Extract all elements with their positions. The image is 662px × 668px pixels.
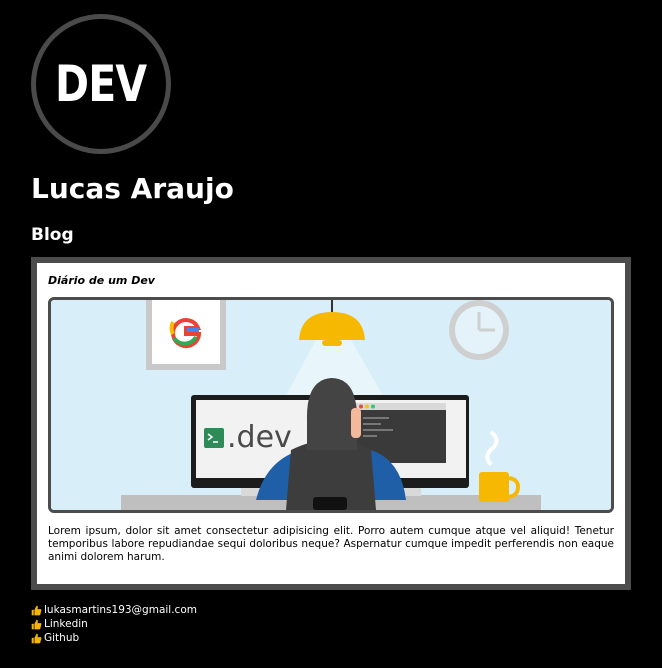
blog-heading: Blog <box>31 225 74 245</box>
contact-github[interactable]: Github <box>31 631 197 645</box>
thumbs-up-icon <box>31 633 42 643</box>
dev-logo[interactable]: DEV <box>31 14 171 154</box>
contact-linkedin-label[interactable]: Linkedin <box>44 617 88 631</box>
logo-text: DEV <box>55 55 147 113</box>
contact-linkedin[interactable]: Linkedin <box>31 617 197 631</box>
profile-name: Lucas Araujo <box>31 172 234 205</box>
developer-illustration-image: .dev <box>51 300 611 510</box>
thumbs-up-icon <box>31 619 42 629</box>
clock-icon <box>449 300 509 360</box>
contact-list: lukasmartins193@gmail.com Linkedin Githu… <box>31 603 197 645</box>
post-title: Diário de um Dev <box>48 274 155 287</box>
blog-post-card: Diário de um Dev .dev Lorem ipsum, dolor… <box>31 257 631 590</box>
dev-illustration-text: .dev <box>227 420 292 455</box>
contact-github-label[interactable]: Github <box>44 631 79 645</box>
post-illustration: .dev <box>48 297 614 513</box>
page: DEV Lucas Araujo Blog Diário de um Dev .… <box>0 0 662 668</box>
terminal-icon <box>204 428 224 448</box>
contact-email-label[interactable]: lukasmartins193@gmail.com <box>44 603 197 617</box>
post-body: Lorem ipsum, dolor sit amet consectetur … <box>48 525 614 563</box>
thumbs-up-icon <box>31 605 42 615</box>
contact-email[interactable]: lukasmartins193@gmail.com <box>31 603 197 617</box>
